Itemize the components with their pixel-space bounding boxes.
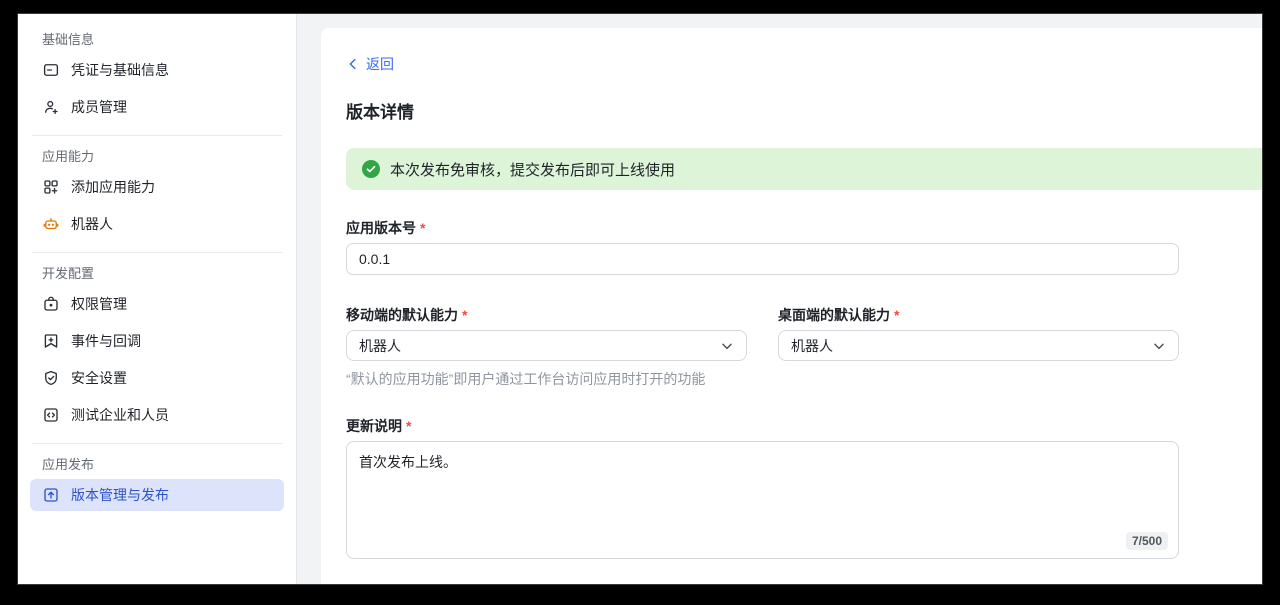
sidebar-item-security[interactable]: 安全设置 [30,362,284,394]
sidebar-item-events[interactable]: 事件与回调 [30,325,284,357]
sidebar-divider [32,443,282,444]
mobile-capability-label: 移动端的默认能力* [346,305,747,325]
no-review-banner: 本次发布免审核，提交发布后即可上线使用 [346,148,1262,190]
member-add-icon [42,98,60,116]
sidebar-item-label: 测试企业和人员 [71,405,169,425]
sidebar-item-label: 成员管理 [71,97,127,117]
desktop-capability-field: 桌面端的默认能力* 机器人 [778,305,1179,389]
chevron-down-icon [1152,339,1166,353]
event-callback-icon [42,332,60,350]
banner-text: 本次发布免审核，提交发布后即可上线使用 [390,159,675,180]
credential-icon [42,61,60,79]
sidebar-item-label: 安全设置 [71,368,127,388]
back-label: 返回 [366,54,394,74]
mobile-capability-select[interactable]: 机器人 [346,330,747,361]
capability-hint: “默认的应用功能”即用户通过工作台访问应用时打开的功能 [346,369,747,389]
notes-field: 更新说明* 首次发布上线。 7/500 [346,416,1179,559]
version-release-icon [42,486,60,504]
required-mark: * [462,307,467,323]
sidebar-item-label: 添加应用能力 [71,177,155,197]
security-shield-icon [42,369,60,387]
sidebar-item-add-capability[interactable]: 添加应用能力 [30,171,284,203]
desktop-capability-label: 桌面端的默认能力* [778,305,1179,325]
desktop-capability-select[interactable]: 机器人 [778,330,1179,361]
back-button[interactable]: 返回 [346,54,394,74]
sidebar-item-label: 版本管理与发布 [71,485,169,505]
sidebar-section-release: 应用发布 [42,456,272,474]
permission-icon [42,295,60,313]
sidebar-item-label: 事件与回调 [71,331,141,351]
required-mark: * [894,307,899,323]
add-capability-icon [42,178,60,196]
app-window: 基础信息 凭证与基础信息 成员管理 应用能力 [17,13,1263,585]
notes-label: 更新说明* [346,416,1179,436]
mobile-capability-field: 移动端的默认能力* 机器人 “默认的应用功能”即用户通过工作台访问应用时打开的功… [346,305,747,389]
sidebar: 基础信息 凭证与基础信息 成员管理 应用能力 [18,14,297,584]
required-mark: * [420,220,425,236]
sidebar-item-label: 机器人 [71,214,113,234]
char-counter: 7/500 [1126,532,1168,550]
desktop-capability-value: 机器人 [791,336,833,356]
main-content: 返回 版本详情 本次发布免审核，提交发布后即可上线使用 应用版本号* [297,14,1262,584]
notes-textarea[interactable]: 首次发布上线。 [347,442,1178,558]
test-code-icon [42,406,60,424]
sidebar-item-label: 凭证与基础信息 [71,60,169,80]
version-detail-card: 返回 版本详情 本次发布免审核，提交发布后即可上线使用 应用版本号* [321,28,1262,584]
mobile-capability-value: 机器人 [359,336,401,356]
sidebar-item-version-release[interactable]: 版本管理与发布 [30,479,284,511]
sidebar-section-dev-config: 开发配置 [42,265,272,283]
robot-icon [42,215,60,233]
chevron-down-icon [720,339,734,353]
version-field: 应用版本号* [346,218,1179,275]
check-circle-icon [362,160,380,178]
sidebar-item-credentials[interactable]: 凭证与基础信息 [30,54,284,86]
sidebar-item-members[interactable]: 成员管理 [30,91,284,123]
sidebar-section-basic-info: 基础信息 [42,31,272,49]
required-mark: * [406,418,411,434]
page-title: 版本详情 [346,101,1262,125]
sidebar-item-permissions[interactable]: 权限管理 [30,288,284,320]
sidebar-divider [32,252,282,253]
sidebar-item-bot[interactable]: 机器人 [30,208,284,240]
version-input[interactable] [346,243,1179,275]
notes-textarea-box: 首次发布上线。 7/500 [346,441,1179,559]
chevron-left-icon [346,57,360,71]
version-label: 应用版本号* [346,218,1179,238]
sidebar-item-test-org[interactable]: 测试企业和人员 [30,399,284,431]
sidebar-divider [32,135,282,136]
sidebar-section-capabilities: 应用能力 [42,148,272,166]
capability-row: 移动端的默认能力* 机器人 “默认的应用功能”即用户通过工作台访问应用时打开的功… [346,305,1179,389]
sidebar-item-label: 权限管理 [71,294,127,314]
